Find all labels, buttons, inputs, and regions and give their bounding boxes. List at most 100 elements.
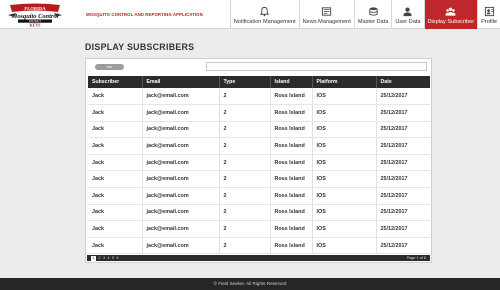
app-header: FLORIDA Mosquito Control DISTRICT KEYS M… bbox=[0, 0, 500, 29]
page-link[interactable]: 1 bbox=[91, 255, 96, 261]
cell-type: 2 bbox=[219, 237, 271, 255]
cell-date: 25/12/2017 bbox=[376, 88, 430, 106]
table-row[interactable]: Jack jack@email.com 2 Ross Island IOS 25/12/2… bbox=[88, 104, 430, 122]
cell-date: 25/12/2017 bbox=[376, 170, 430, 189]
page-links: 123456 bbox=[91, 255, 121, 261]
subscribers-panel: csv Subscriber Email Type Island Platfor… bbox=[85, 58, 432, 263]
cell-subscriber: Jack bbox=[88, 187, 143, 205]
cell-island: Ross Island bbox=[270, 104, 313, 122]
nav-label: Notification Management bbox=[233, 19, 296, 25]
nav-user-data[interactable]: User Data bbox=[391, 0, 423, 29]
cell-date: 25/12/2017 bbox=[376, 104, 430, 122]
cell-type: 2 bbox=[219, 121, 271, 139]
svg-text:FLORIDA: FLORIDA bbox=[24, 6, 46, 11]
cell-platform: IOS bbox=[312, 137, 377, 155]
cell-email: jack@email.com bbox=[142, 88, 220, 106]
cell-platform: IOS bbox=[312, 187, 377, 205]
cell-type: 2 bbox=[219, 187, 271, 205]
column-header-subscriber[interactable]: Subscriber bbox=[88, 76, 143, 88]
table-header-row: Subscriber Email Type Island Platform Da… bbox=[88, 76, 430, 88]
cell-date: 25/12/2017 bbox=[376, 237, 430, 255]
subscribers-table: Subscriber Email Type Island Platform Da… bbox=[88, 76, 430, 255]
cell-island: Ross Island bbox=[270, 237, 313, 255]
cell-date: 25/12/2017 bbox=[376, 220, 430, 238]
column-header-date[interactable]: Date bbox=[376, 76, 430, 88]
cell-type: 2 bbox=[219, 88, 271, 106]
nav-label: Display Subscriber bbox=[427, 19, 475, 25]
column-header-type[interactable]: Type bbox=[219, 76, 271, 88]
table-row[interactable]: Jack jack@email.com 2 Ross Island IOS 25/12/2… bbox=[88, 187, 430, 205]
cell-island: Ross Island bbox=[270, 170, 313, 189]
table-row[interactable]: Jack jack@email.com 2 Ross Island IOS 25/12/2… bbox=[88, 137, 430, 155]
nav-display-subscriber[interactable]: Display Subscriber bbox=[423, 0, 478, 29]
table-row[interactable]: Jack jack@email.com 2 Ross Island IOS 25/12/2… bbox=[88, 154, 430, 172]
pagination-bar: 123456 Page 1 of 6 bbox=[87, 255, 430, 261]
table-row[interactable]: Jack jack@email.com 2 Ross Island IOS 25/12/2… bbox=[88, 220, 430, 238]
cell-island: Ross Island bbox=[270, 187, 313, 205]
cell-platform: IOS bbox=[312, 220, 377, 238]
nav-label: News Management bbox=[302, 19, 351, 25]
table-row[interactable]: Jack jack@email.com 2 Ross Island IOS 25/12/2… bbox=[88, 204, 430, 222]
cell-subscriber: Jack bbox=[88, 237, 143, 255]
cell-island: Ross Island bbox=[270, 204, 313, 222]
cell-date: 25/12/2017 bbox=[376, 137, 430, 155]
table-row[interactable]: Jack jack@email.com 2 Ross Island IOS 25/12/2… bbox=[88, 88, 430, 106]
cell-platform: IOS bbox=[312, 170, 377, 189]
nav-label: Master Data bbox=[357, 19, 389, 25]
cell-type: 2 bbox=[219, 204, 271, 222]
cell-subscriber: Jack bbox=[88, 154, 143, 172]
svg-text:Mosquito Control: Mosquito Control bbox=[11, 13, 59, 20]
cell-email: jack@email.com bbox=[142, 187, 220, 205]
nav-notification-management[interactable]: Notification Management bbox=[229, 0, 299, 29]
cell-email: jack@email.com bbox=[142, 154, 220, 172]
column-header-platform[interactable]: Platform bbox=[312, 76, 377, 88]
nav-label: Profile bbox=[481, 19, 497, 25]
page-count: Page 1 of 6 bbox=[406, 256, 426, 260]
users-icon bbox=[445, 7, 456, 16]
main-nav: Notification Management News Management … bbox=[229, 0, 500, 29]
nav-news-management[interactable]: News Management bbox=[298, 0, 354, 29]
nav-profile[interactable]: Profile bbox=[477, 0, 500, 29]
table-row[interactable]: Jack jack@email.com 2 Ross Island IOS 25/12/2… bbox=[88, 237, 430, 255]
page-link[interactable]: 6 bbox=[117, 256, 119, 261]
profile-icon bbox=[484, 6, 494, 17]
app-logo[interactable]: FLORIDA Mosquito Control DISTRICT KEYS bbox=[6, 3, 64, 28]
cell-email: jack@email.com bbox=[142, 104, 220, 122]
cell-platform: IOS bbox=[312, 237, 377, 255]
cell-subscriber: Jack bbox=[88, 137, 143, 155]
cell-subscriber: Jack bbox=[88, 204, 143, 222]
app-title: MOSQUITO CONTROL AND REPORTING APPLICATI… bbox=[86, 12, 203, 17]
search-box bbox=[206, 62, 427, 79]
bell-icon bbox=[260, 6, 270, 17]
table-row[interactable]: Jack jack@email.com 2 Ross Island IOS 25/12/2… bbox=[88, 170, 430, 189]
cell-email: jack@email.com bbox=[142, 237, 220, 255]
table-row[interactable]: Jack jack@email.com 2 Ross Island IOS 25/12/2… bbox=[88, 121, 430, 139]
nav-label: User Data bbox=[395, 19, 421, 25]
cell-email: jack@email.com bbox=[142, 204, 220, 222]
cell-island: Ross Island bbox=[270, 121, 313, 139]
cell-type: 2 bbox=[219, 137, 271, 155]
column-header-email[interactable]: Email bbox=[142, 76, 220, 88]
nav-master-data[interactable]: Master Data bbox=[353, 0, 391, 29]
page-link[interactable]: 5 bbox=[112, 256, 114, 261]
column-header-island[interactable]: Island bbox=[270, 76, 313, 88]
cell-island: Ross Island bbox=[270, 220, 313, 238]
cell-subscriber: Jack bbox=[88, 88, 143, 106]
cell-island: Ross Island bbox=[270, 88, 313, 106]
cell-platform: IOS bbox=[312, 204, 377, 222]
cell-subscriber: Jack bbox=[88, 104, 143, 122]
page-link[interactable]: 2 bbox=[99, 256, 101, 261]
page-title: DISPLAY SUBSCRIBERS bbox=[85, 42, 195, 52]
newspaper-icon bbox=[322, 7, 332, 16]
cell-platform: IOS bbox=[312, 121, 377, 139]
page-link[interactable]: 3 bbox=[103, 256, 105, 261]
svg-text:KEYS: KEYS bbox=[30, 23, 42, 27]
footer-copyright: © Field Seeker. All Rights Reserved bbox=[0, 278, 500, 290]
cell-date: 25/12/2017 bbox=[376, 154, 430, 172]
cell-email: jack@email.com bbox=[142, 137, 220, 155]
csv-export-button[interactable]: csv bbox=[95, 64, 124, 70]
cell-type: 2 bbox=[219, 220, 271, 238]
page-link[interactable]: 4 bbox=[108, 256, 110, 261]
cell-date: 25/12/2017 bbox=[376, 121, 430, 139]
cell-island: Ross Island bbox=[270, 154, 313, 172]
